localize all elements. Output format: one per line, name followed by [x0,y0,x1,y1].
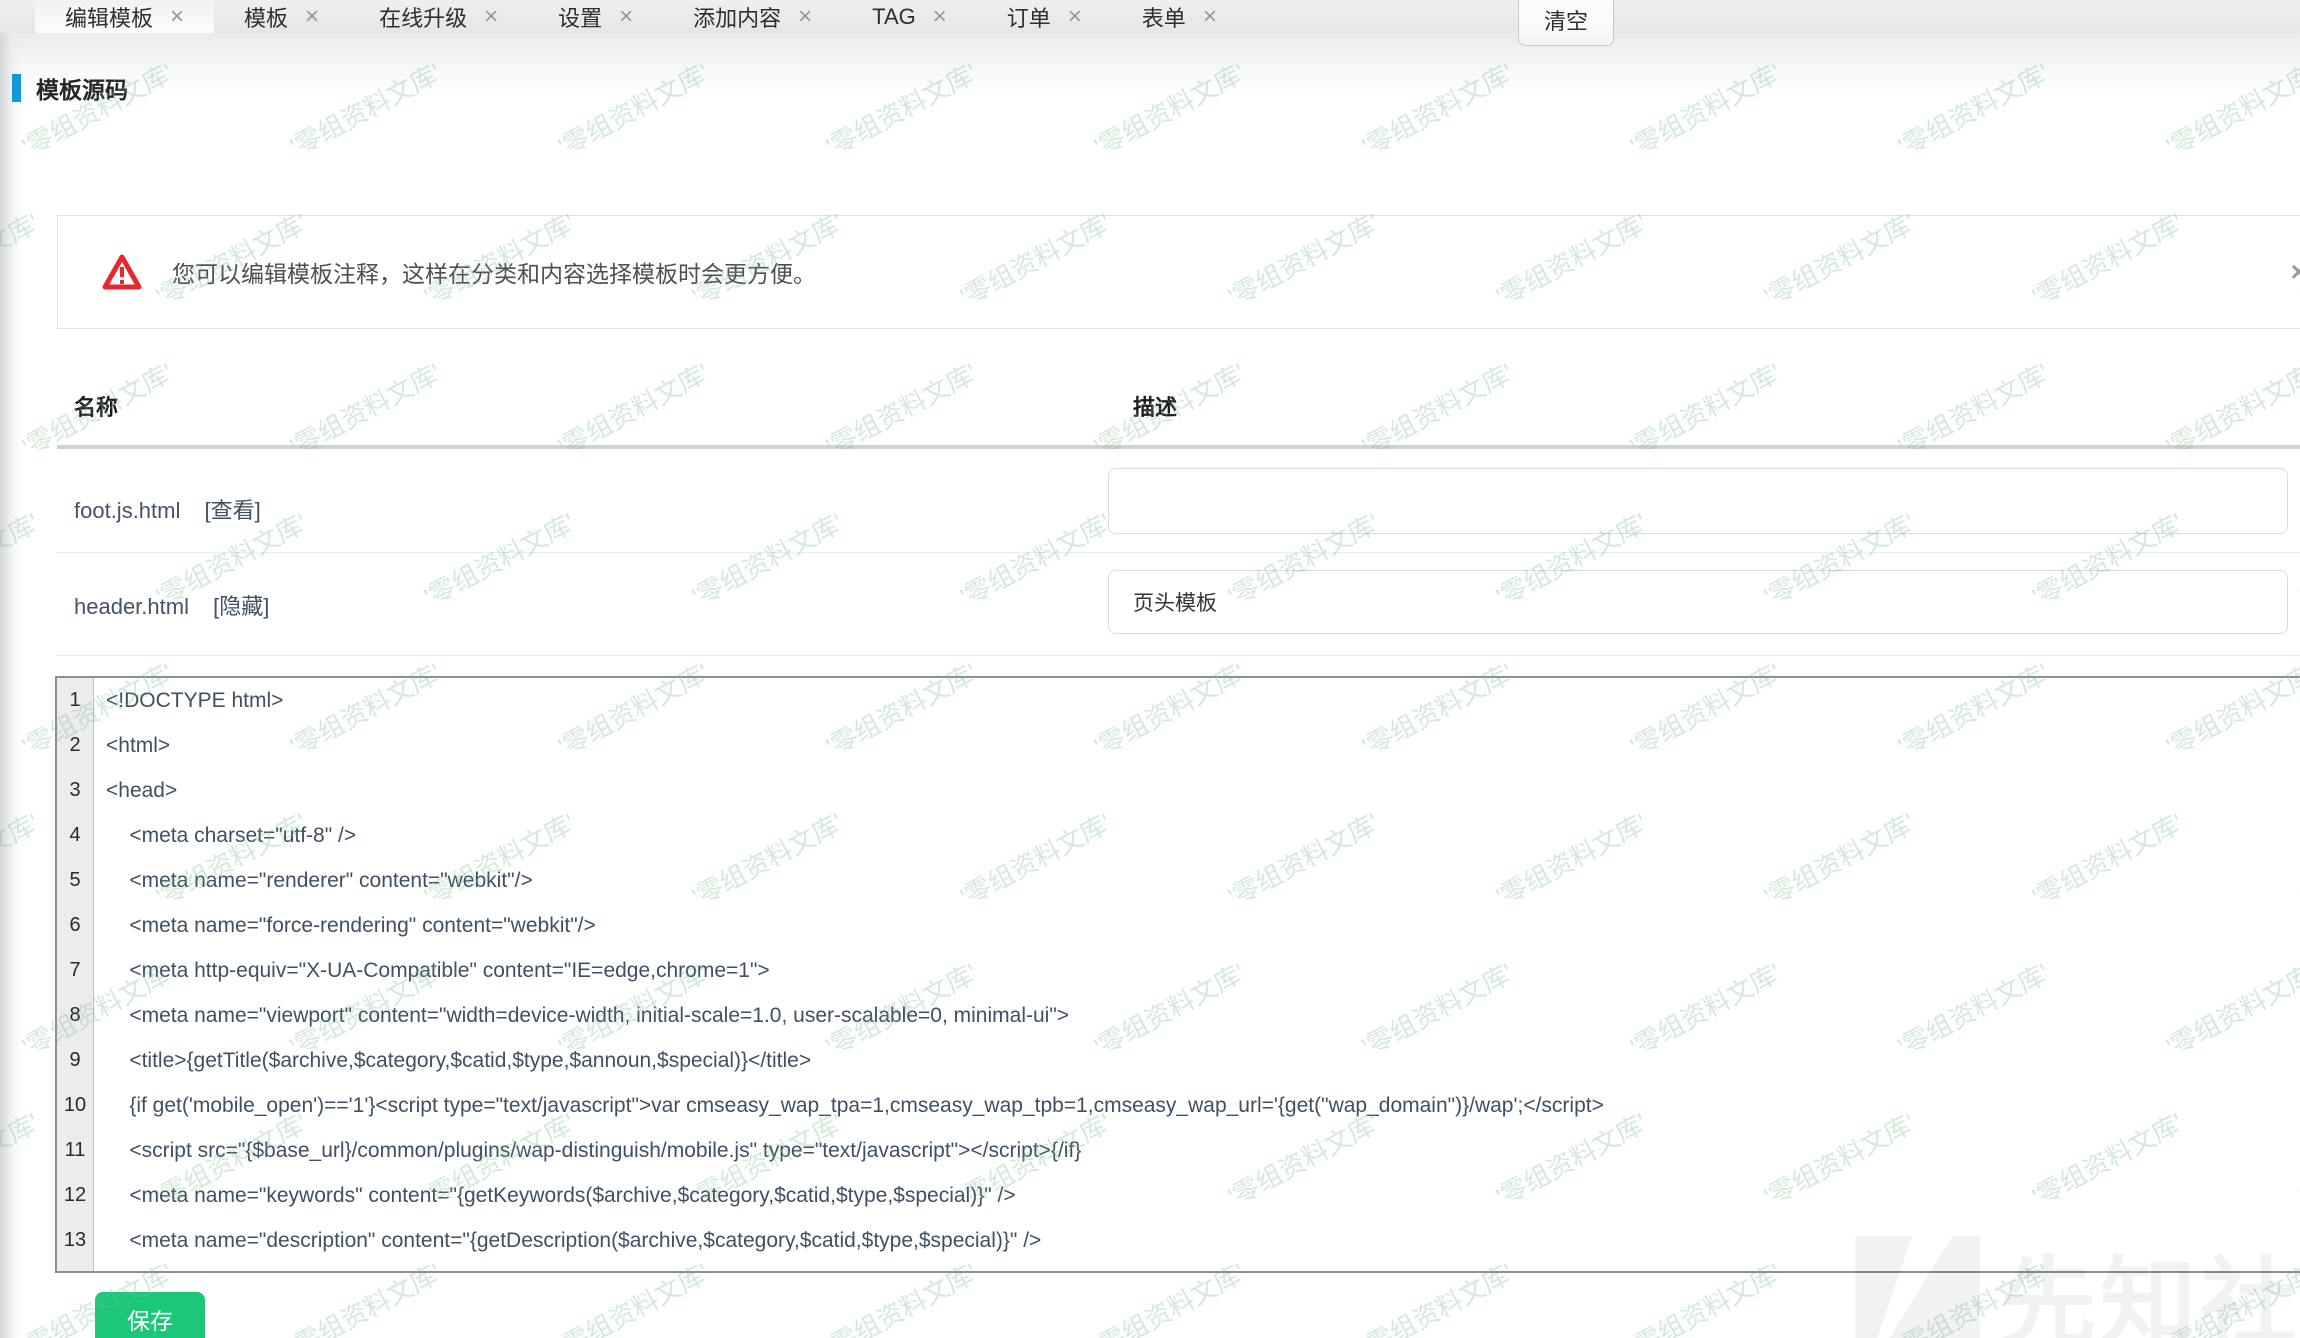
tab-add-content[interactable]: 添加内容 × [663,0,842,33]
tab-online-upgrade[interactable]: 在线升级 × [349,0,528,33]
tab-close-icon[interactable]: × [1068,5,1082,29]
code-line: <head> [106,768,2300,813]
code-line: <meta name="renderer" content="webkit"/> [106,858,2300,903]
table-header-divider [57,445,2300,449]
hide-link[interactable]: [隐藏] [213,594,269,619]
code-line: <meta http-equiv="X-UA-Compatible" conte… [106,948,2300,993]
tab-label: 在线升级 [379,1,467,33]
left-edge-shadow [0,33,22,1338]
line-number: 2 [57,723,93,768]
section-accent-bar [12,74,21,102]
tab-form[interactable]: 表单 × [1112,0,1247,33]
tab-label: 模板 [244,1,288,33]
tab-settings[interactable]: 设置 × [528,0,663,33]
tab-close-icon[interactable]: × [933,5,947,29]
tab-label: 添加内容 [693,1,781,33]
row-divider [57,552,2300,553]
watermark-tile: '零组资料文库' [417,503,581,614]
row-divider [57,655,2300,656]
line-number: 6 [57,903,93,948]
description-input-header[interactable] [1108,570,2288,634]
tab-tag[interactable]: TAG × [842,0,977,33]
editor-gutter: 1234567891011121314 [57,678,94,1271]
notice-box: 您可以编辑模板注释，这样在分类和内容选择模板时会更方便。 × [57,215,2300,329]
description-input-foot[interactable] [1108,468,2288,534]
code-line: <title>{getTitle($archive,$category,$cat… [106,1038,2300,1083]
line-number: 7 [57,948,93,993]
column-header-description: 描述 [1133,390,1177,422]
line-number: 3 [57,768,93,813]
code-line: <meta name="description" content="{getDe… [106,1218,2300,1263]
tab-close-icon[interactable]: × [170,5,184,29]
tab-close-icon[interactable]: × [305,5,319,29]
editor-code[interactable]: <!DOCTYPE html><html><head> <meta charse… [94,678,2300,1271]
line-number: 4 [57,813,93,858]
tab-close-icon[interactable]: × [484,5,498,29]
view-link[interactable]: [查看] [205,498,261,523]
tab-edit-template[interactable]: 编辑模板 × [35,0,214,33]
line-number: 8 [57,993,93,1038]
warning-triangle-icon [102,254,142,290]
template-file-name: header.html [74,594,189,619]
line-number: 5 [57,858,93,903]
watermark-tile: '零组资料文库' [685,503,849,614]
cms-admin-page: 编辑模板 × 模板 × 在线升级 × 设置 × 添加内容 × TAG × 订单 … [0,0,2300,1338]
tab-close-icon[interactable]: × [1203,5,1217,29]
table-row: header.html [隐藏] [74,589,269,621]
code-line: <meta name="author" content="CmsEasy Tea… [106,1263,2300,1271]
line-number: 13 [57,1218,93,1263]
line-number: 1 [57,678,93,723]
tab-label: 编辑模板 [65,1,153,33]
code-line: {if get('mobile_open')=='1'}<script type… [106,1083,2300,1128]
section-head: 模板源码 [12,71,128,105]
tab-order[interactable]: 订单 × [977,0,1112,33]
code-line: <meta charset="utf-8" /> [106,813,2300,858]
line-number: 11 [57,1128,93,1173]
code-line: <meta name="keywords" content="{getKeywo… [106,1173,2300,1218]
table-row: foot.js.html [查看] [74,493,261,525]
code-line: <meta name="force-rendering" content="we… [106,903,2300,948]
tab-close-icon[interactable]: × [619,5,633,29]
page-title: 模板源码 [36,71,128,105]
watermark-tile: '零组资料文库' [2293,503,2300,614]
template-file-name: foot.js.html [74,498,180,523]
line-number: 12 [57,1173,93,1218]
tab-label: 订单 [1007,1,1051,33]
save-button[interactable]: 保存 [95,1292,205,1338]
clear-button[interactable]: 清空 [1518,0,1614,46]
tab-bar: 编辑模板 × 模板 × 在线升级 × 设置 × 添加内容 × TAG × 订单 … [0,0,2300,33]
tab-label: TAG [872,4,916,30]
code-line: <script src="{$base_url}/common/plugins/… [106,1128,2300,1173]
line-number: 14 [57,1263,93,1273]
tab-template[interactable]: 模板 × [214,0,349,33]
line-number: 9 [57,1038,93,1083]
code-editor[interactable]: 1234567891011121314 <!DOCTYPE html><html… [55,676,2300,1273]
tab-close-icon[interactable]: × [798,5,812,29]
watermark-tile: '零组资料文库' [953,503,1117,614]
code-line: <html> [106,723,2300,768]
column-header-name: 名称 [74,390,118,422]
code-line: <!DOCTYPE html> [106,678,2300,723]
line-number: 10 [57,1083,93,1128]
notice-close-icon[interactable]: × [2291,258,2300,286]
content-top-fade [0,33,2300,95]
notice-text: 您可以编辑模板注释，这样在分类和内容选择模板时会更方便。 [172,255,816,289]
code-line: <meta name="viewport" content="width=dev… [106,993,2300,1038]
tab-label: 表单 [1142,1,1186,33]
tab-label: 设置 [558,1,602,33]
